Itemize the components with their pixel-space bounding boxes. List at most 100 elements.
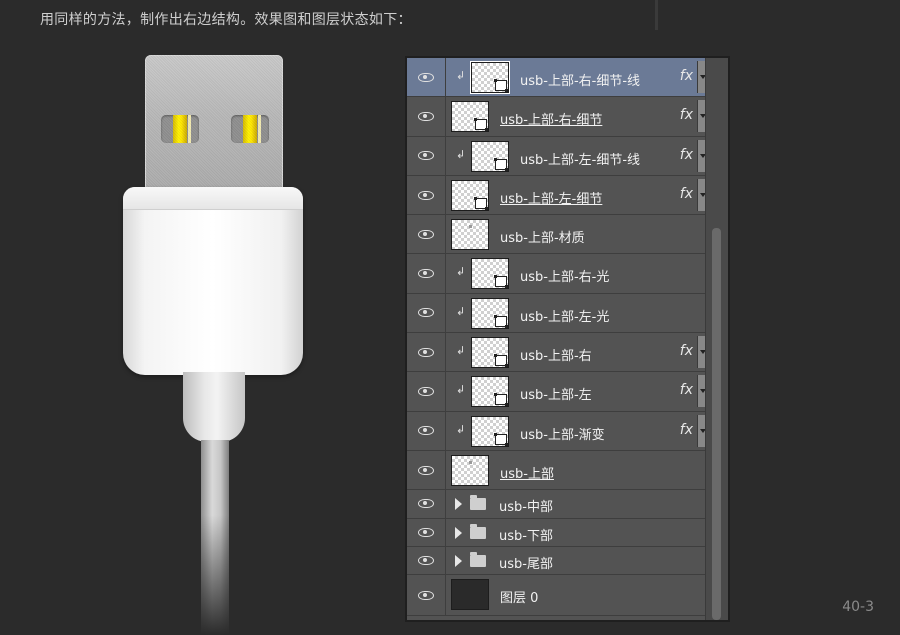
eye-icon xyxy=(418,590,434,600)
layer-group-row[interactable]: usb-中部 xyxy=(407,490,707,519)
eye-icon xyxy=(418,499,434,509)
layers-scrollbar[interactable] xyxy=(705,58,728,620)
clipping-mask-icon: ↲ xyxy=(456,265,466,279)
group-name[interactable]: usb-中部 xyxy=(499,496,553,515)
layer-name[interactable]: usb-上部-渐变 xyxy=(520,424,605,443)
layer-group-row[interactable]: usb-尾部 xyxy=(407,546,707,576)
layer-row[interactable]: usb-上部-材质 xyxy=(407,215,707,255)
layer-thumbnail xyxy=(471,337,509,369)
usb-illustration xyxy=(0,0,360,635)
visibility-toggle[interactable] xyxy=(407,333,446,372)
eye-icon xyxy=(418,190,434,200)
layer-row[interactable]: ↲ usb-上部-渐变 fx xyxy=(407,411,707,451)
visibility-toggle[interactable] xyxy=(407,175,446,215)
fx-icon[interactable]: fx xyxy=(680,422,693,438)
folder-icon xyxy=(470,495,486,511)
layer-name[interactable]: usb-上部-左-细节 xyxy=(500,188,602,207)
eye-icon xyxy=(418,72,434,82)
eye-icon xyxy=(418,151,434,161)
visibility-toggle[interactable] xyxy=(407,58,446,97)
clipping-mask-icon: ↲ xyxy=(456,304,466,318)
eye-icon xyxy=(418,465,434,475)
visibility-toggle[interactable] xyxy=(407,490,446,518)
visibility-toggle[interactable] xyxy=(407,372,446,411)
clipping-mask-icon: ↲ xyxy=(456,147,466,161)
visibility-toggle[interactable] xyxy=(407,546,446,575)
usb-metal-head xyxy=(145,55,283,205)
scrollbar-thumb[interactable] xyxy=(712,228,721,620)
expand-arrow-icon[interactable] xyxy=(455,554,462,567)
layer-thumbnail xyxy=(451,454,489,486)
layer-name[interactable]: usb-上部-左 xyxy=(520,384,592,403)
layer-thumbnail xyxy=(471,376,509,408)
clipping-mask-icon: ↲ xyxy=(456,69,466,82)
usb-cable xyxy=(201,440,229,635)
layer-row[interactable]: usb-上部 xyxy=(407,450,707,491)
visibility-toggle[interactable] xyxy=(407,215,446,254)
visibility-toggle[interactable] xyxy=(407,136,446,175)
background-layer-row[interactable]: 图层 0 xyxy=(407,575,707,617)
usb-plastic-body xyxy=(123,187,303,375)
layer-row[interactable]: ↲ usb-上部-左-细节-线 fx xyxy=(407,136,707,176)
usb-left-hole xyxy=(161,115,199,143)
layer-name[interactable]: usb-上部-右-细节-线 xyxy=(520,70,640,89)
layer-name[interactable]: usb-上部 xyxy=(500,463,554,482)
layer-row[interactable]: ↲ usb-上部-左-光 xyxy=(407,293,707,334)
layer-thumbnail xyxy=(471,258,509,290)
layer-row[interactable]: ↲ usb-上部-右-细节-线 fx xyxy=(407,58,707,98)
visibility-toggle[interactable] xyxy=(407,293,446,333)
layer-row[interactable]: usb-上部-右-细节 fx xyxy=(407,97,707,137)
visibility-toggle[interactable] xyxy=(407,97,446,136)
fx-icon[interactable]: fx xyxy=(680,343,693,359)
eye-icon xyxy=(418,527,434,537)
vector-mask-icon xyxy=(494,157,508,171)
layer-name[interactable]: usb-上部-左-细节-线 xyxy=(520,149,640,168)
vector-mask-icon xyxy=(494,79,508,92)
clipping-mask-icon: ↲ xyxy=(456,383,466,397)
eye-icon xyxy=(418,269,434,279)
visibility-toggle[interactable] xyxy=(407,254,446,293)
visibility-toggle[interactable] xyxy=(407,575,446,616)
layer-thumbnail xyxy=(451,219,489,251)
fx-icon[interactable]: fx xyxy=(680,147,693,163)
layer-name[interactable]: 图层 0 xyxy=(500,587,538,606)
vector-mask-icon xyxy=(494,314,508,328)
fx-icon[interactable]: fx xyxy=(680,382,693,398)
eye-icon xyxy=(418,426,434,436)
usb-right-hole xyxy=(231,115,269,143)
layer-row[interactable]: ↲ usb-上部-右-光 xyxy=(407,254,707,294)
eye-icon xyxy=(418,111,434,121)
expand-arrow-icon[interactable] xyxy=(455,526,462,539)
visibility-toggle[interactable] xyxy=(407,450,446,490)
layer-group-row[interactable]: usb-下部 xyxy=(407,518,707,547)
eye-icon xyxy=(418,347,434,357)
fx-icon[interactable]: fx xyxy=(680,107,693,123)
layer-name[interactable]: usb-上部-右-细节 xyxy=(500,109,602,128)
expand-arrow-icon[interactable] xyxy=(455,498,462,511)
layer-thumbnail xyxy=(451,579,489,611)
visibility-toggle[interactable] xyxy=(407,411,446,450)
fx-icon[interactable]: fx xyxy=(680,186,693,202)
clipping-mask-icon: ↲ xyxy=(456,422,466,436)
usb-neck xyxy=(183,372,245,442)
group-name[interactable]: usb-尾部 xyxy=(499,553,553,572)
layer-row[interactable]: ↲ usb-上部-左 fx xyxy=(407,372,707,412)
page-number: 40-3 xyxy=(842,599,874,615)
vector-mask-icon xyxy=(494,275,508,289)
layer-row[interactable]: usb-上部-左-细节 fx xyxy=(407,175,707,216)
visibility-toggle[interactable] xyxy=(407,518,446,546)
layer-name[interactable]: usb-上部-右-光 xyxy=(520,266,609,285)
vector-mask-icon xyxy=(494,432,508,446)
layer-row[interactable]: ↲ usb-上部-右 fx xyxy=(407,333,707,373)
vector-mask-icon xyxy=(474,196,488,210)
fx-icon[interactable]: fx xyxy=(680,68,693,84)
group-name[interactable]: usb-下部 xyxy=(499,525,553,544)
eye-icon xyxy=(418,229,434,239)
layer-name[interactable]: usb-上部-左-光 xyxy=(520,306,609,325)
layer-name[interactable]: usb-上部-右 xyxy=(520,345,592,364)
eye-icon xyxy=(418,387,434,397)
layers-list: ↲ usb-上部-右-细节-线 fx usb-上部-右-细节 fx ↲ usb-上部-左-细… xyxy=(407,58,707,617)
clipping-mask-icon: ↲ xyxy=(456,344,466,358)
vector-mask-icon xyxy=(494,393,508,407)
layer-name[interactable]: usb-上部-材质 xyxy=(500,227,585,246)
